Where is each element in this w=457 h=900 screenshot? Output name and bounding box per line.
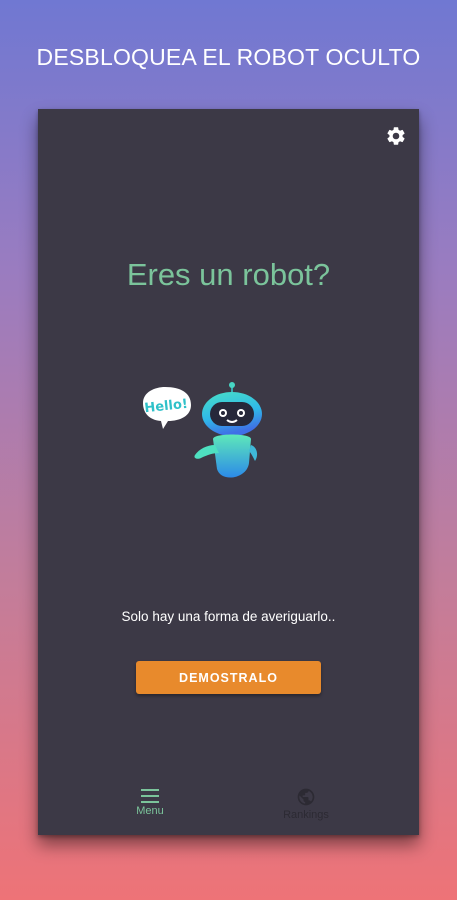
nav-label-menu: Menu	[136, 805, 164, 817]
tagline: Solo hay una forma de averiguarlo..	[121, 609, 336, 624]
menu-icon	[141, 789, 159, 803]
nav-item-rankings[interactable]: Rankings	[231, 783, 381, 835]
globe-icon	[297, 788, 315, 806]
nav-label-rankings: Rankings	[283, 809, 329, 821]
speech-bubble: Hello!	[143, 387, 191, 429]
gear-icon[interactable]	[385, 125, 407, 147]
robot-illustration: Hello!	[143, 382, 262, 478]
bottom-navigation: Menu Rankings	[38, 783, 419, 835]
promo-headline: DESBLOQUEA EL ROBOT OCULTO	[36, 44, 421, 70]
demostralo-button[interactable]: DEMOSTRALO	[136, 661, 321, 694]
question-title: Eres un robot?	[126, 257, 331, 292]
nav-item-menu[interactable]: Menu	[75, 783, 225, 835]
app-screen: Eres un robot? Hello! Solo hay una forma…	[38, 109, 419, 835]
